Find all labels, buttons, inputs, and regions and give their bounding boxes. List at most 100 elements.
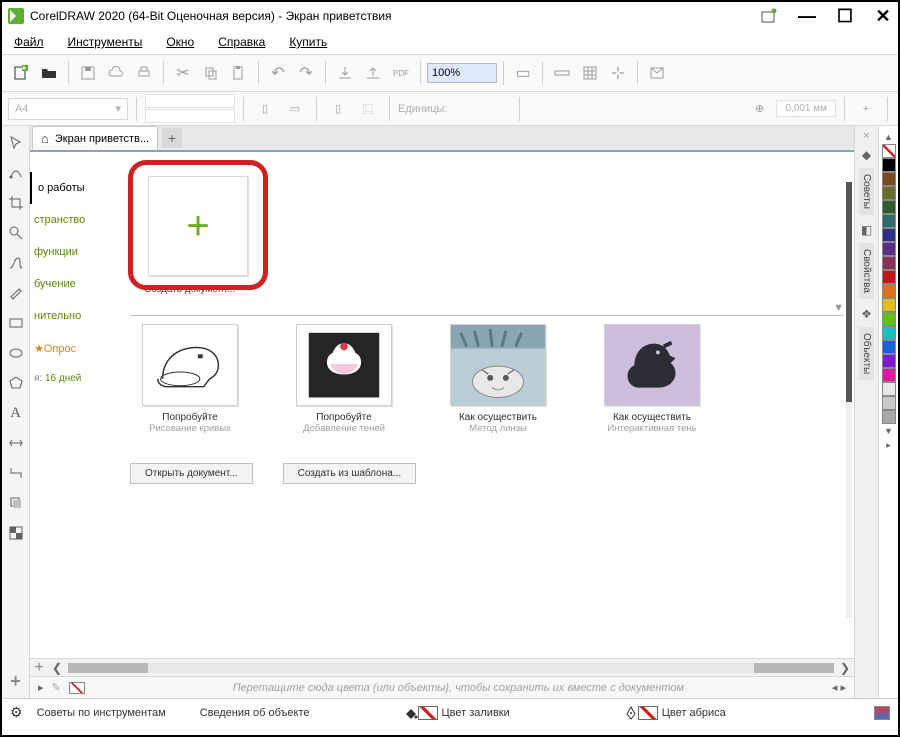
swatch[interactable]: [882, 368, 896, 382]
swatch[interactable]: [882, 214, 896, 228]
freehand-tool-icon[interactable]: [5, 252, 27, 274]
tab-welcome[interactable]: ⌂ Экран приветств...: [32, 126, 158, 150]
palette-nav-right-icon[interactable]: ◂ ▸: [832, 681, 846, 694]
palette-up-icon[interactable]: ▲: [884, 130, 893, 144]
properties-icon[interactable]: ◧: [858, 221, 876, 239]
swatch[interactable]: [882, 298, 896, 312]
toolbox-more-icon[interactable]: +: [5, 670, 27, 692]
menu-buy[interactable]: Купить: [289, 35, 327, 49]
close-button[interactable]: ✕: [874, 9, 892, 23]
docker-tab-properties[interactable]: Свойства: [859, 243, 874, 299]
status-color-proof-icon[interactable]: [874, 706, 890, 720]
palette-expand-icon[interactable]: ▸: [886, 438, 891, 453]
copy-icon[interactable]: [198, 60, 224, 86]
swatch[interactable]: [882, 396, 896, 410]
swatch[interactable]: [882, 256, 896, 270]
palette-nav-left-icon[interactable]: ▸: [38, 681, 44, 694]
status-tips[interactable]: Советы по инструментам: [37, 707, 166, 719]
status-object-info[interactable]: Сведения об объекте: [200, 707, 310, 719]
ellipse-tool-icon[interactable]: [5, 342, 27, 364]
create-from-template-button[interactable]: Создать из шаблона...: [283, 463, 417, 484]
menu-tools[interactable]: Инструменты: [68, 35, 143, 49]
transparency-icon[interactable]: [5, 522, 27, 544]
menu-help[interactable]: Справка: [218, 35, 265, 49]
palette-down-icon[interactable]: ▼: [884, 424, 893, 438]
maximize-button[interactable]: ☐: [836, 9, 854, 23]
cut-icon[interactable]: ✂: [170, 60, 196, 86]
nudge-icon[interactable]: ⊕: [746, 96, 772, 122]
open-icon[interactable]: [36, 60, 62, 86]
swatch[interactable]: [882, 158, 896, 172]
polygon-tool-icon[interactable]: [5, 372, 27, 394]
swatch[interactable]: [882, 186, 896, 200]
page-width-input[interactable]: [145, 94, 235, 108]
vertical-scrollbar[interactable]: [846, 182, 852, 618]
zoom-tool-icon[interactable]: [5, 222, 27, 244]
swatch[interactable]: [882, 228, 896, 242]
facing-pages-icon[interactable]: ⿺: [355, 96, 381, 122]
text-tool-icon[interactable]: A: [5, 402, 27, 424]
scroll-left-icon[interactable]: ❮: [48, 661, 66, 675]
swatch[interactable]: [882, 340, 896, 354]
sidebar-item-start[interactable]: о работы: [30, 172, 110, 204]
menu-window[interactable]: Окно: [166, 35, 194, 49]
thumb-shadows[interactable]: Попробуйте Добавление теней: [284, 324, 404, 435]
sidebar-item-workspace[interactable]: странство: [30, 204, 110, 236]
horizontal-scrollbar[interactable]: + ❮ ❯: [30, 658, 854, 676]
swatch[interactable]: [882, 200, 896, 214]
shape-tool-icon[interactable]: [5, 162, 27, 184]
thumb-curves[interactable]: Попробуйте Рисование кривых: [130, 324, 250, 435]
create-document-card[interactable]: +: [148, 176, 248, 276]
swatch-none[interactable]: [882, 144, 896, 158]
thumb-lens[interactable]: Как осуществить Метод линзы: [438, 324, 558, 435]
swatch[interactable]: [882, 354, 896, 368]
parallel-dim-icon[interactable]: [5, 432, 27, 454]
pdf-icon[interactable]: PDF: [388, 60, 414, 86]
add-tab-button[interactable]: +: [162, 128, 182, 148]
swatch[interactable]: [882, 242, 896, 256]
page-layout-icon[interactable]: ▯: [325, 96, 351, 122]
page-dimensions[interactable]: [145, 94, 235, 123]
swatch[interactable]: [882, 284, 896, 298]
collapse-icon[interactable]: ▼: [130, 302, 844, 314]
rulers-icon[interactable]: [549, 60, 575, 86]
export-icon[interactable]: [360, 60, 386, 86]
user-indicator-icon[interactable]: [760, 8, 780, 24]
crop-tool-icon[interactable]: [5, 192, 27, 214]
minimize-button[interactable]: —: [798, 9, 816, 23]
docker-tab-hints[interactable]: Советы: [859, 168, 874, 215]
swatch[interactable]: [882, 326, 896, 340]
status-outline[interactable]: Цвет абриса: [624, 706, 726, 720]
menu-file[interactable]: Файл: [14, 35, 44, 49]
options-icon[interactable]: [644, 60, 670, 86]
sidebar-item-features[interactable]: функции: [30, 236, 110, 268]
page-size-selector[interactable]: A4▾: [8, 98, 128, 120]
add-page-icon[interactable]: +: [30, 659, 48, 677]
units-input[interactable]: [451, 100, 511, 118]
guides-icon[interactable]: ⊹: [605, 60, 631, 86]
redo-icon[interactable]: ↷: [293, 60, 319, 86]
rectangle-tool-icon[interactable]: [5, 312, 27, 334]
objects-icon[interactable]: ❖: [858, 305, 876, 323]
no-color-swatch[interactable]: [69, 682, 85, 694]
sidebar-item-more[interactable]: нительно: [30, 300, 110, 332]
swatch[interactable]: [882, 270, 896, 284]
gear-icon[interactable]: ⚙: [10, 704, 23, 721]
swatch[interactable]: [882, 172, 896, 186]
connector-tool-icon[interactable]: [5, 462, 27, 484]
swatch[interactable]: [882, 382, 896, 396]
print-icon[interactable]: [131, 60, 157, 86]
status-fill[interactable]: Цвет заливки: [404, 706, 510, 720]
cloud-icon[interactable]: [103, 60, 129, 86]
import-icon[interactable]: [332, 60, 358, 86]
swatch[interactable]: [882, 312, 896, 326]
zoom-input[interactable]: [427, 63, 497, 83]
new-doc-icon[interactable]: [8, 60, 34, 86]
document-palette-bar[interactable]: ▸ ✎ Перетащите сюда цвета (или объекты),…: [30, 676, 854, 698]
scroll-right-icon[interactable]: ❯: [836, 661, 854, 675]
drop-shadow-icon[interactable]: [5, 492, 27, 514]
grid-icon[interactable]: [577, 60, 603, 86]
undo-icon[interactable]: ↶: [265, 60, 291, 86]
duplicate-distance-icon[interactable]: +: [853, 96, 879, 122]
save-icon[interactable]: [75, 60, 101, 86]
